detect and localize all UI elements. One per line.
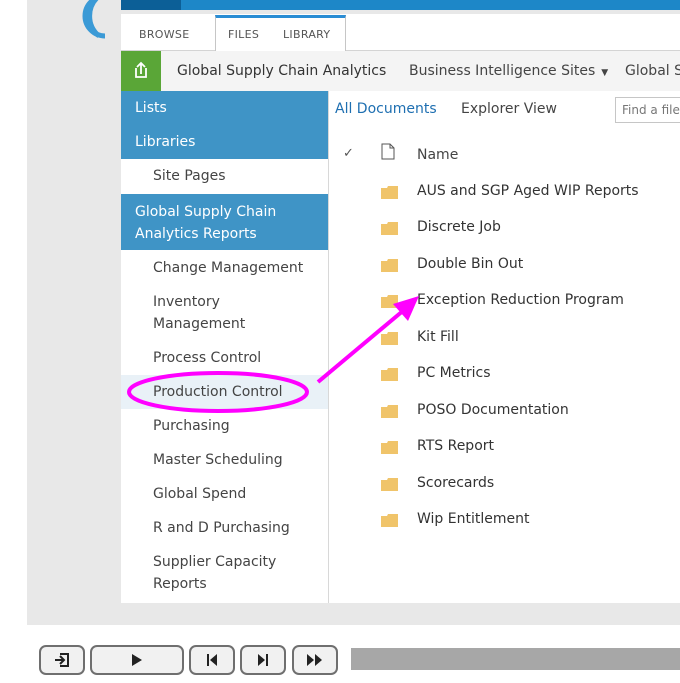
breadcrumb-global[interactable]: Global S <box>625 51 680 91</box>
nav-item-global-spend[interactable]: Global Spend <box>121 477 328 511</box>
folder-name[interactable]: Discrete Job <box>417 219 501 235</box>
skip-back-button[interactable] <box>189 645 235 675</box>
folder-name[interactable]: Scorecards <box>417 475 494 491</box>
nav-item-label: Purchasing <box>153 418 230 434</box>
nav-item-change-management[interactable]: Change Management <box>121 251 328 285</box>
nav-item-inventory-management[interactable]: Inventory Management <box>121 285 328 341</box>
folder-row[interactable]: Discrete Job <box>329 210 680 246</box>
nav-site-pages[interactable]: Site Pages <box>121 159 328 193</box>
exit-icon <box>55 653 69 667</box>
view-selector: All Documents Explorer View <box>335 91 557 127</box>
ribbon: BROWSE FILES LIBRARY <box>121 14 680 52</box>
folder-row[interactable]: RTS Report <box>329 429 680 465</box>
folder-name[interactable]: AUS and SGP Aged WIP Reports <box>417 183 639 199</box>
folder-name[interactable]: POSO Documentation <box>417 402 569 418</box>
chevron-down-icon: ▼ <box>601 68 609 78</box>
player-controls <box>0 638 680 683</box>
breadcrumb: Global Supply Chain Analytics Business I… <box>121 51 680 92</box>
folder-row[interactable]: POSO Documentation <box>329 393 680 429</box>
play-button[interactable] <box>90 645 184 675</box>
nav-item-purchasing[interactable]: Purchasing <box>121 409 328 443</box>
suite-bar <box>121 0 680 10</box>
skip-back-icon <box>207 654 217 666</box>
nav-section-gsca-reports[interactable]: Global Supply Chain Analytics Reports <box>121 194 328 250</box>
breadcrumb-bi-sites-label: Business Intelligence Sites <box>409 63 596 79</box>
nav-item-label: R and D Purchasing <box>153 520 290 536</box>
folder-icon <box>381 295 398 308</box>
view-explorer[interactable]: Explorer View <box>461 91 557 127</box>
skip-forward-button[interactable] <box>240 645 286 675</box>
screenshot-area: BROWSE FILES LIBRARY Global Supply Chain… <box>27 0 680 625</box>
breadcrumb-bi-sites[interactable]: Business Intelligence Sites ▼ <box>409 51 608 91</box>
nav-libraries[interactable]: Libraries <box>121 125 328 159</box>
exit-button[interactable] <box>39 645 85 675</box>
nav-item-label: Management <box>153 316 246 332</box>
nav-item-label: Process Control <box>153 350 262 366</box>
document-icon <box>381 143 395 160</box>
folder-name[interactable]: PC Metrics <box>417 365 491 381</box>
nav-item-production-control[interactable]: Production Control <box>121 375 328 409</box>
nav-item-label: Change Management <box>153 260 304 276</box>
folder-name[interactable]: Exception Reduction Program <box>417 292 624 308</box>
folder-icon <box>381 259 398 272</box>
play-icon <box>132 654 142 666</box>
breadcrumb-site[interactable]: Global Supply Chain Analytics <box>177 51 386 91</box>
fast-forward-button[interactable] <box>292 645 338 675</box>
nav-item-process-control[interactable]: Process Control <box>121 341 328 375</box>
nav-lists-label: Lists <box>135 100 167 116</box>
tab-library[interactable]: LIBRARY <box>283 14 330 50</box>
folder-row[interactable]: AUS and SGP Aged WIP Reports <box>329 174 680 210</box>
nav-section-line-2: Analytics Reports <box>135 226 257 242</box>
share-button[interactable] <box>121 51 161 91</box>
nav-lists[interactable]: Lists <box>121 91 328 125</box>
folder-icon <box>381 186 398 199</box>
document-library: All Documents Explorer View Find a file … <box>329 91 680 603</box>
folder-row[interactable]: Scorecards <box>329 466 680 502</box>
nav-item-label: Global Spend <box>153 486 247 502</box>
logo-icon <box>82 0 106 39</box>
nav-item-supplier-capacity-reports[interactable]: Supplier Capacity Reports <box>121 545 328 601</box>
nav-item-label: Reports <box>153 576 207 592</box>
folder-name[interactable]: Wip Entitlement <box>417 511 529 527</box>
folder-name[interactable]: RTS Report <box>417 438 494 454</box>
folder-row[interactable]: PC Metrics <box>329 356 680 392</box>
nav-item-r-and-d-purchasing[interactable]: R and D Purchasing <box>121 511 328 545</box>
folder-icon <box>381 514 398 527</box>
folder-icon <box>381 222 398 235</box>
folder-icon <box>381 441 398 454</box>
folder-row[interactable]: Kit Fill <box>329 320 680 356</box>
folder-name[interactable]: Double Bin Out <box>417 256 523 272</box>
nav-section-line-1: Global Supply Chain <box>135 204 277 220</box>
tab-files[interactable]: FILES <box>228 14 259 50</box>
folder-icon <box>381 368 398 381</box>
folder-row[interactable]: Wip Entitlement <box>329 502 680 538</box>
fast-forward-icon <box>307 654 322 666</box>
column-header-name[interactable]: Name <box>417 147 458 163</box>
skip-forward-icon <box>258 654 268 666</box>
select-all-check-icon[interactable]: ✓ <box>343 146 354 161</box>
tab-browse[interactable]: BROWSE <box>139 14 189 50</box>
folder-row[interactable]: Exception Reduction Program <box>329 283 680 319</box>
nav-item-label: Production Control <box>153 384 283 400</box>
nav-item-label: Supplier Capacity <box>153 554 277 570</box>
nav-site-pages-label: Site Pages <box>153 168 226 184</box>
view-all-documents[interactable]: All Documents <box>335 101 437 117</box>
folder-name[interactable]: Kit Fill <box>417 329 459 345</box>
folder-row[interactable]: Double Bin Out <box>329 247 680 283</box>
folder-icon <box>381 478 398 491</box>
nav-item-label: Master Scheduling <box>153 452 283 468</box>
nav-item-master-scheduling[interactable]: Master Scheduling <box>121 443 328 477</box>
share-icon <box>135 61 147 78</box>
progress-bar[interactable] <box>351 648 680 670</box>
folder-icon <box>381 405 398 418</box>
nav-item-label: Inventory <box>153 294 220 310</box>
folder-icon <box>381 332 398 345</box>
nav-libraries-label: Libraries <box>135 134 196 150</box>
find-file-input[interactable]: Find a file <box>615 97 680 123</box>
left-navigation: Lists Libraries Site Pages Global Supply… <box>121 91 329 603</box>
